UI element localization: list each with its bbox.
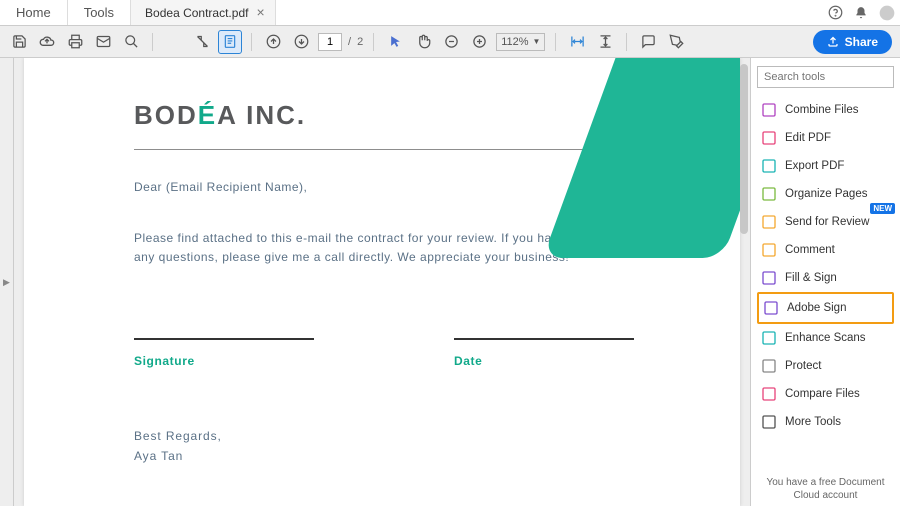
tool-item-compare-files[interactable]: Compare Files (757, 380, 894, 408)
zoom-value: 112% (501, 36, 528, 48)
tool-item-comment[interactable]: Comment (757, 236, 894, 264)
tool-label: Protect (785, 360, 821, 372)
fit-page-icon[interactable] (594, 31, 616, 53)
tool-item-send-for-review[interactable]: Send for ReviewNEW (757, 208, 894, 236)
main-area: ▶ BODÉA INC. Dear (Email Recipient Name)… (0, 58, 900, 506)
bell-icon[interactable] (848, 6, 874, 20)
nav-tools[interactable]: Tools (68, 0, 131, 25)
fit-width-icon[interactable] (566, 31, 588, 53)
header-decoration (543, 58, 740, 258)
pdf-page: BODÉA INC. Dear (Email Recipient Name), … (24, 58, 740, 506)
scrollbar[interactable] (740, 64, 748, 500)
tool-icon (761, 270, 777, 286)
signature-line (134, 338, 314, 340)
cloud-icon[interactable] (36, 31, 58, 53)
page-number-input[interactable] (318, 33, 342, 51)
tool-item-export-pdf[interactable]: Export PDF (757, 152, 894, 180)
tab-title: Bodea Contract.pdf (145, 6, 248, 20)
company-logo: BODÉA INC. (134, 100, 630, 131)
tool-item-protect[interactable]: Protect (757, 352, 894, 380)
mail-icon[interactable] (92, 31, 114, 53)
tool-label: Adobe Sign (787, 302, 846, 314)
tool-label: Compare Files (785, 388, 860, 400)
close-icon[interactable]: × (256, 7, 264, 18)
new-badge: NEW (870, 203, 895, 214)
date-line (454, 338, 634, 340)
closing-line: Best Regards, (134, 426, 630, 446)
page-thumbnails-icon[interactable] (219, 31, 241, 53)
chevron-right-icon: ▶ (3, 277, 10, 288)
tool-label: Enhance Scans (785, 332, 866, 344)
tool-item-fill-sign[interactable]: Fill & Sign (757, 264, 894, 292)
greeting: Dear (Email Recipient Name), (134, 178, 630, 197)
profile-icon[interactable] (874, 5, 900, 21)
next-page-icon[interactable] (290, 31, 312, 53)
share-button[interactable]: Share (813, 30, 892, 54)
page-total: 2 (357, 36, 363, 48)
tools-panel: Combine Files Edit PDF Export PDF Organize … (750, 58, 900, 506)
page-viewport[interactable]: BODÉA INC. Dear (Email Recipient Name), … (14, 58, 750, 506)
tool-item-enhance-scans[interactable]: Enhance Scans (757, 324, 894, 352)
tool-item-edit-pdf[interactable]: Edit PDF (757, 124, 894, 152)
tool-icon (761, 330, 777, 346)
top-bar: Home Tools Bodea Contract.pdf × (0, 0, 900, 26)
tool-icon (761, 130, 777, 146)
tool-icon (761, 358, 777, 374)
tool-label: Combine Files (785, 104, 859, 116)
tool-icon (761, 158, 777, 174)
prev-page-icon[interactable] (262, 31, 284, 53)
tool-icon (761, 186, 777, 202)
divider (134, 149, 630, 150)
page-separator: / (348, 36, 351, 48)
tool-label: Organize Pages (785, 188, 867, 200)
zoom-in-icon[interactable] (468, 31, 490, 53)
tool-icon (761, 414, 777, 430)
account-note: You have a free Document Cloud account (757, 472, 894, 502)
tool-label: Comment (785, 244, 835, 256)
tool-item-adobe-sign[interactable]: Adobe Sign (757, 292, 894, 324)
hand-icon[interactable] (412, 31, 434, 53)
chevron-down-icon: ▼ (533, 37, 541, 46)
tool-icon (761, 242, 777, 258)
search-tools-input[interactable] (757, 66, 894, 88)
document-tab[interactable]: Bodea Contract.pdf × (131, 0, 276, 25)
selection-tool-icon[interactable] (191, 31, 213, 53)
upload-icon (827, 36, 839, 48)
tool-label: Send for Review (785, 216, 869, 228)
tool-label: Fill & Sign (785, 272, 837, 284)
highlight-icon[interactable] (665, 31, 687, 53)
tool-label: More Tools (785, 416, 841, 428)
print-icon[interactable] (64, 31, 86, 53)
toolbar: / 2 112% ▼ Share (0, 26, 900, 58)
tool-icon (763, 300, 779, 316)
left-rail[interactable]: ▶ (0, 58, 14, 506)
zoom-out-icon[interactable] (440, 31, 462, 53)
tool-icon (761, 386, 777, 402)
zoom-select[interactable]: 112% ▼ (496, 33, 545, 51)
help-icon[interactable] (822, 5, 848, 20)
signature-label: Signature (134, 354, 314, 368)
pointer-icon[interactable] (384, 31, 406, 53)
scroll-thumb[interactable] (740, 64, 748, 234)
sender-name: Aya Tan (134, 446, 630, 466)
date-label: Date (454, 354, 634, 368)
search-icon[interactable] (120, 31, 142, 53)
comment-icon[interactable] (637, 31, 659, 53)
tool-label: Edit PDF (785, 132, 831, 144)
nav-home[interactable]: Home (0, 0, 68, 25)
tool-icon (761, 214, 777, 230)
share-label: Share (845, 35, 878, 49)
tool-item-more-tools[interactable]: More Tools (757, 408, 894, 436)
tool-label: Export PDF (785, 160, 844, 172)
save-icon[interactable] (8, 31, 30, 53)
tool-item-combine-files[interactable]: Combine Files (757, 96, 894, 124)
tool-icon (761, 102, 777, 118)
